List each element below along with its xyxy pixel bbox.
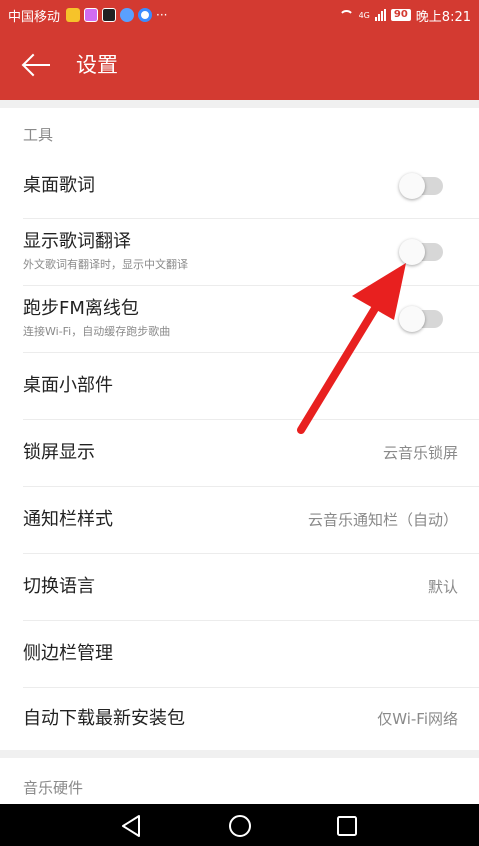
system-nav-bar: [0, 804, 479, 846]
triangle-back-icon[interactable]: [102, 804, 162, 846]
notification-app-icon: [138, 8, 153, 22]
toggle-knob: [399, 173, 425, 199]
network-type: 4G: [358, 10, 370, 20]
setting-row-running-fm[interactable]: 跑步FM离线包 连接Wi-Fi，自动缓存跑步歌曲: [0, 286, 479, 352]
setting-row-lyrics-translation[interactable]: 显示歌词翻译 外文歌词有翻译时，显示中文翻译: [0, 219, 479, 285]
setting-label: 跑步FM离线包: [23, 298, 139, 319]
setting-row-desktop-lyrics[interactable]: 桌面歌词: [0, 154, 479, 218]
setting-label: 侧边栏管理: [23, 643, 113, 664]
setting-value: 仅Wi-Fi网络: [377, 710, 458, 728]
setting-row-notification-style[interactable]: 通知栏样式 云音乐通知栏（自动）: [0, 487, 479, 553]
wifi-icon: [338, 9, 354, 21]
setting-row-desktop-widget[interactable]: 桌面小部件: [0, 353, 479, 419]
tools-section: 工具 桌面歌词 显示歌词翻译 外文歌词有翻译时，显示中文翻译 跑步FM离线包 连…: [0, 108, 479, 750]
signal-icon: [374, 9, 386, 21]
more-notifications-icon: ···: [156, 8, 168, 22]
setting-label: 桌面歌词: [23, 175, 95, 196]
setting-label: 自动下载最新安装包: [23, 708, 185, 729]
setting-label: 显示歌词翻译: [23, 231, 131, 252]
arrow-left-icon[interactable]: [24, 53, 50, 77]
toggle-knob: [399, 306, 425, 332]
page-title: 设置: [76, 53, 118, 77]
battery-level: 90: [390, 9, 411, 21]
status-right: 4G 90 晚上8:21: [338, 6, 471, 25]
setting-label: 切换语言: [23, 576, 95, 597]
setting-sublabel: 连接Wi-Fi，自动缓存跑步歌曲: [23, 325, 171, 338]
toggle-knob: [399, 239, 425, 265]
section-heading-hardware: 音乐硬件: [23, 779, 84, 797]
running-fm-toggle[interactable]: [399, 306, 443, 332]
carrier-name: 中国移动: [8, 9, 61, 25]
lyrics-translation-toggle[interactable]: [399, 239, 443, 265]
setting-row-sidebar[interactable]: 侧边栏管理: [0, 621, 479, 687]
app-header: 设置: [0, 30, 479, 100]
notification-app-icon: [66, 8, 81, 22]
hardware-section: 音乐硬件: [0, 758, 479, 804]
notification-app-icon: [120, 8, 135, 22]
desktop-lyrics-toggle[interactable]: [399, 173, 443, 199]
square-recents-icon[interactable]: [318, 804, 378, 846]
section-heading-tools: 工具: [23, 126, 54, 144]
setting-value: 云音乐通知栏（自动）: [307, 511, 458, 529]
notification-app-icon: [102, 8, 117, 22]
circle-home-icon[interactable]: [210, 804, 270, 846]
clock: 晚上8:21: [415, 9, 471, 25]
setting-row-auto-download[interactable]: 自动下载最新安装包 仅Wi-Fi网络: [0, 688, 479, 750]
status-left: 中国移动 ···: [8, 6, 168, 25]
setting-value: 默认: [427, 578, 458, 596]
setting-label: 通知栏样式: [23, 509, 113, 530]
setting-label: 锁屏显示: [23, 442, 95, 463]
status-bar: 中国移动 ··· 4G 90 晚上8:21: [0, 0, 479, 30]
notification-app-icon: [84, 8, 99, 22]
setting-value: 云音乐锁屏: [382, 444, 458, 462]
setting-row-lockscreen[interactable]: 锁屏显示 云音乐锁屏: [0, 420, 479, 486]
setting-label: 桌面小部件: [23, 375, 113, 396]
setting-sublabel: 外文歌词有翻译时，显示中文翻译: [23, 258, 188, 271]
setting-row-language[interactable]: 切换语言 默认: [0, 554, 479, 620]
